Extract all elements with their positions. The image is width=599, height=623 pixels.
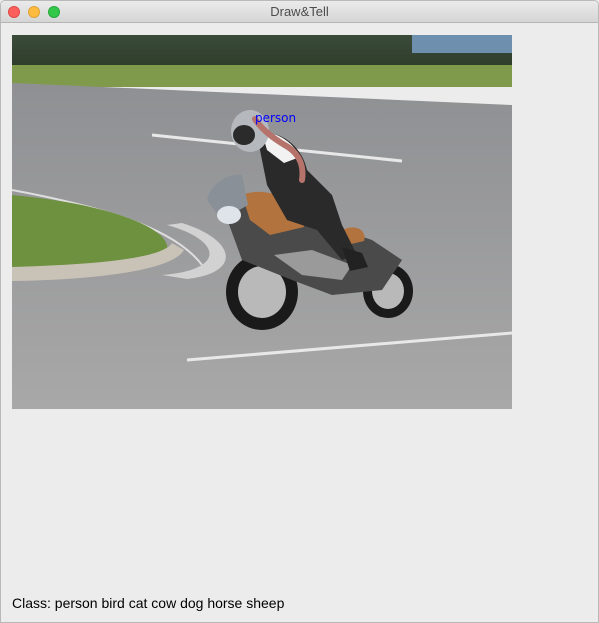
photo xyxy=(12,35,512,409)
window-title: Draw&Tell xyxy=(270,4,329,19)
annotation-label: person xyxy=(255,111,297,125)
drawing-canvas[interactable]: person xyxy=(12,35,512,409)
class-list-status: Class: person bird cat cow dog horse she… xyxy=(12,595,285,611)
title-bar[interactable]: Draw&Tell xyxy=(1,1,598,23)
app-window: Draw&Tell person Class: person bird cat … xyxy=(0,0,599,623)
